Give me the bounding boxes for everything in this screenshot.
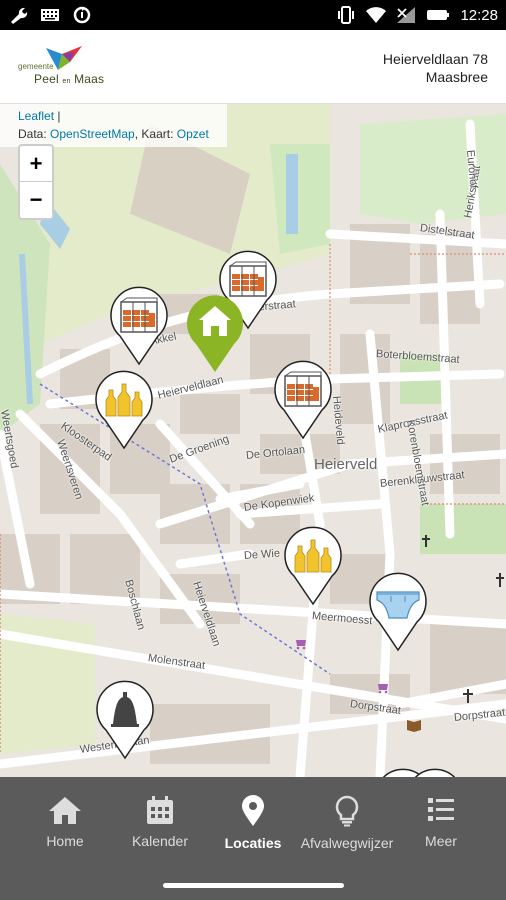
marker-glass-bottles-2[interactable]	[282, 526, 344, 606]
nav-meer[interactable]: Meer	[391, 795, 491, 849]
marker-cage-container-3[interactable]	[272, 360, 334, 440]
location-pin-icon	[242, 795, 264, 826]
nav-afvalwegwijzer-label: Afvalwegwijzer	[300, 835, 394, 851]
marker-cage-container-2[interactable]	[108, 286, 170, 366]
gesture-home-bar[interactable]	[163, 883, 344, 888]
logo-small-text: gemeente	[18, 62, 54, 71]
opzet-link[interactable]: Opzet	[177, 127, 209, 141]
glass-bottles-icon	[95, 370, 153, 450]
cage-container-icon	[110, 286, 168, 366]
library-icon	[407, 720, 421, 732]
municipality-logo: gemeente Peel en Maas	[18, 44, 118, 92]
home-icon	[49, 797, 81, 824]
cage-container-icon	[274, 360, 332, 440]
status-time: 12:28	[460, 6, 498, 24]
zoom-control: + −	[18, 144, 54, 220]
cross-icon	[422, 535, 430, 547]
zoom-out-button[interactable]: −	[20, 182, 52, 218]
keyboard-icon	[40, 6, 60, 24]
battery-icon	[426, 6, 450, 24]
map-view[interactable]: Weertsgoed Weertsveren Kloosterpad Akkel…	[0, 104, 506, 777]
attribution-data-label: Data:	[18, 127, 51, 141]
attribution-separator: |	[54, 109, 61, 123]
nav-kalender[interactable]: Kalender	[110, 795, 210, 849]
wifi-icon	[366, 6, 387, 24]
address-street: Heierveldlaan 78	[382, 51, 488, 67]
nav-locaties[interactable]: Locaties	[203, 795, 303, 851]
nav-home[interactable]: Home	[15, 795, 115, 849]
home-icon	[187, 295, 243, 372]
status-bar: 12:28	[0, 0, 506, 30]
app-screen: 12:28 gemeente Peel en Maas Heierveldlaa…	[0, 0, 506, 900]
logo-en: en	[62, 78, 71, 85]
vibrate-icon	[336, 6, 356, 24]
area-label-heierveld: Heierveld	[314, 456, 378, 473]
nav-kalender-label: Kalender	[131, 833, 189, 849]
shop-icon	[296, 640, 306, 650]
calendar-icon	[147, 796, 173, 824]
street-label-de-wielewaal: De Wie	[243, 547, 281, 562]
menu-list-icon	[428, 798, 454, 821]
app-header: gemeente Peel en Maas Heierveldlaan 78 M…	[0, 30, 506, 104]
marker-bell-container[interactable]	[94, 680, 156, 760]
marker-home[interactable]	[184, 294, 246, 374]
logo-main-text: Peel en Maas	[34, 72, 104, 86]
signal-icon	[396, 6, 416, 24]
glass-bottles-icon	[284, 526, 342, 606]
diaper-icon	[369, 572, 427, 652]
osm-link[interactable]: OpenStreetMap	[50, 127, 135, 141]
nav-locaties-label: Locaties	[224, 835, 282, 851]
attribution-kaart-label: , Kaart:	[134, 127, 177, 141]
bell-container-icon	[96, 680, 154, 760]
nav-afvalwegwijzer[interactable]: Afvalwegwijzer	[297, 795, 397, 851]
nav-home-label: Home	[46, 833, 84, 849]
address-city: Maasbree	[425, 69, 488, 85]
sync-icon	[72, 6, 92, 24]
leaflet-link[interactable]: Leaflet	[18, 109, 54, 123]
logo-peel: Peel	[34, 72, 59, 86]
zoom-in-button[interactable]: +	[20, 146, 52, 182]
marker-glass-bottles-1[interactable]	[93, 370, 155, 450]
marker-partial-2[interactable]	[404, 768, 466, 777]
address-block: Heierveldlaan 78 Maasbree	[383, 50, 488, 86]
logo-maas: Maas	[74, 72, 105, 86]
partial-marker-icon-2	[414, 768, 456, 777]
lightbulb-icon	[335, 795, 359, 827]
marker-diaper[interactable]	[367, 572, 429, 652]
cross-icon-2	[496, 573, 504, 587]
bottom-navigation: Home Kalender Locaties Afvalwegwijzer Me…	[0, 777, 506, 900]
church-icon	[463, 689, 473, 703]
wrench-icon	[8, 6, 28, 25]
shop-icon-2	[378, 684, 388, 694]
nav-meer-label: Meer	[425, 833, 457, 849]
map-attribution: Leaflet | Data: OpenStreetMap, Kaart: Op…	[0, 104, 227, 147]
